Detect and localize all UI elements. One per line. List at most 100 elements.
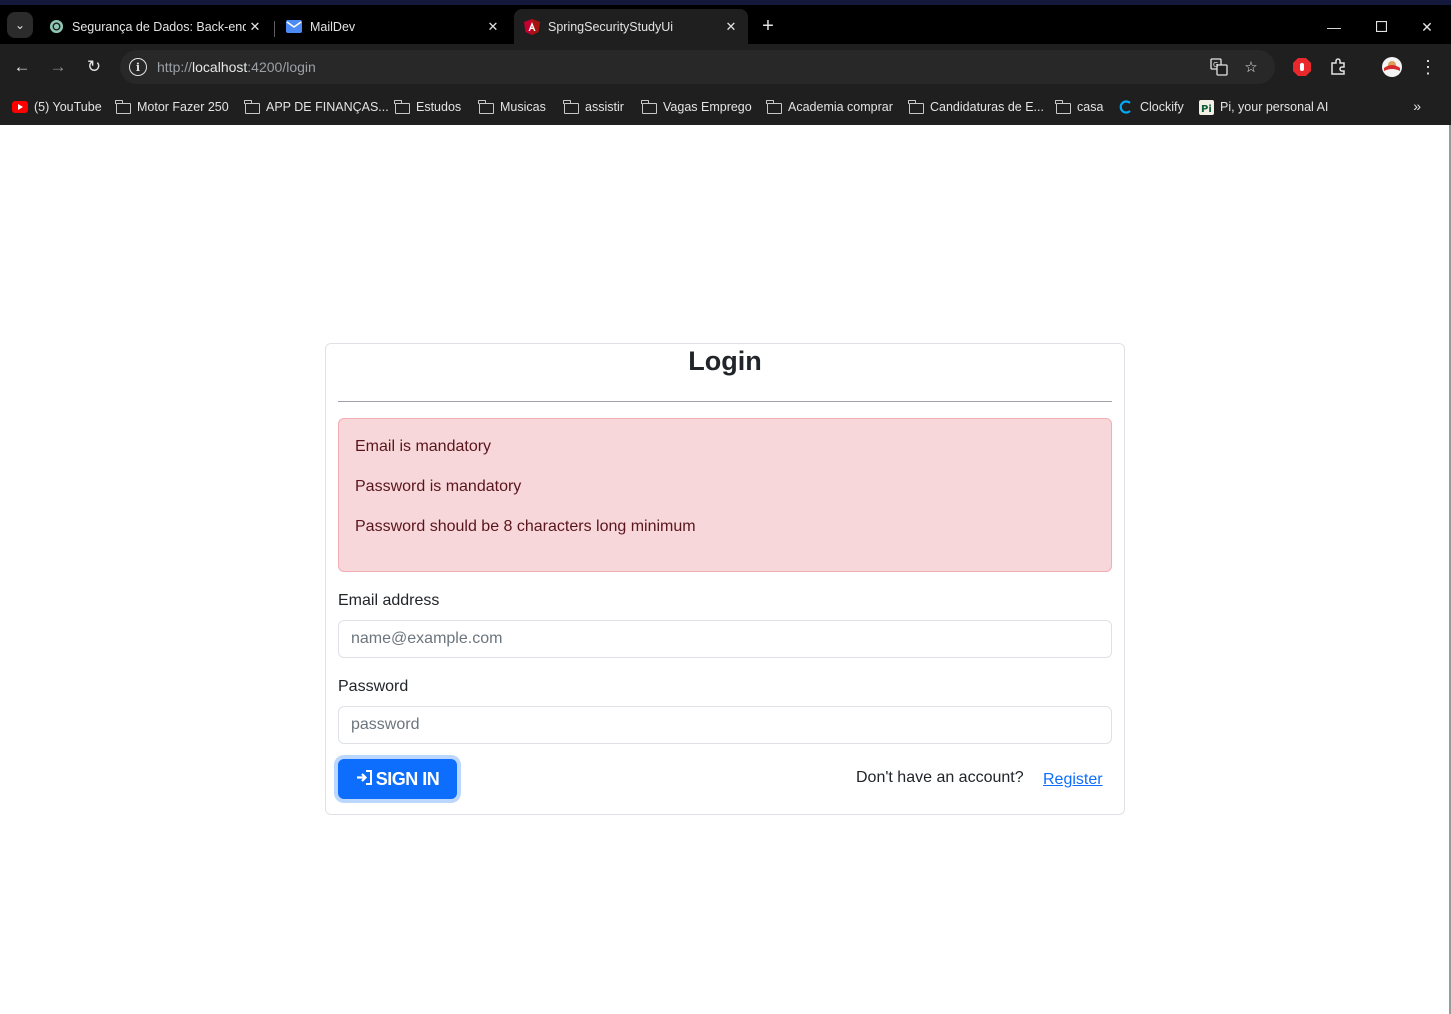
bookmark-label: Pi, your personal AI	[1220, 100, 1329, 114]
divider	[338, 401, 1112, 402]
profile-avatar-icon[interactable]	[1380, 55, 1404, 79]
close-icon[interactable]: ✕	[484, 18, 502, 36]
browser-toolbar: ← → ↻ i http://localhost:4200/login G ☆ …	[0, 44, 1451, 90]
bookmark-musicas[interactable]: Musicas	[478, 96, 546, 118]
maximize-icon	[1375, 19, 1387, 35]
address-bar[interactable]: i http://localhost:4200/login G ☆	[120, 50, 1275, 84]
close-icon: ✕	[1421, 18, 1433, 35]
bookmark-academia-comprar[interactable]: Academia comprar	[766, 96, 893, 118]
translate-icon[interactable]: G	[1210, 58, 1228, 76]
bookmark-youtube[interactable]: (5) YouTube	[12, 96, 102, 118]
bookmarks-overflow-icon[interactable]: »	[1413, 98, 1421, 114]
minimize-button[interactable]: —	[1322, 15, 1346, 39]
bookmark-label: Motor Fazer 250	[137, 100, 229, 114]
error-message: Password should be 8 characters long min…	[355, 518, 696, 535]
bookmark-label: Clockify	[1140, 100, 1184, 114]
sign-in-icon	[356, 769, 373, 789]
browser-chrome: ⌄ Segurança de Dados: Back-end ✕ MailDev…	[0, 0, 1451, 125]
minimize-icon: —	[1327, 19, 1341, 35]
password-label: Password	[338, 678, 409, 695]
bookmark-pi[interactable]: Pi Pi, your personal AI	[1198, 96, 1328, 118]
url-path: :4200/login	[247, 59, 316, 75]
url-host: localhost	[192, 59, 248, 75]
bookmark-assistir[interactable]: assistir	[563, 96, 624, 118]
maximize-button[interactable]	[1369, 15, 1393, 39]
bookmark-label: APP DE FINANÇAS...	[266, 100, 389, 114]
error-alert: Email is mandatory Password is mandatory…	[338, 418, 1112, 572]
reload-button[interactable]: ↻	[82, 55, 106, 79]
bookmark-label: Academia comprar	[788, 100, 893, 114]
folder-icon	[115, 99, 131, 115]
bookmark-label: Candidaturas de E...	[930, 100, 1044, 114]
folder-icon	[1055, 99, 1071, 115]
clockify-icon	[1118, 99, 1134, 115]
arrow-right-icon: →	[49, 57, 67, 76]
bookmark-casa[interactable]: casa	[1055, 96, 1103, 118]
error-message: Email is mandatory	[355, 438, 492, 455]
sign-in-label: SIGN IN	[375, 768, 440, 789]
login-card: Login Email is mandatory Password is man…	[325, 343, 1125, 815]
back-button[interactable]: ←	[10, 55, 34, 79]
close-icon[interactable]: ✕	[246, 18, 264, 36]
bookmark-star-icon[interactable]: ☆	[1242, 58, 1260, 76]
site-info-icon[interactable]: i	[129, 58, 147, 76]
extensions-puzzle-icon[interactable]	[1326, 55, 1350, 79]
bookmark-label: (5) YouTube	[34, 100, 102, 114]
folder-icon	[244, 99, 260, 115]
menu-kebab-icon[interactable]: ⋮	[1416, 55, 1440, 79]
email-field[interactable]	[338, 620, 1112, 658]
sign-in-button[interactable]: SIGN IN	[338, 759, 457, 799]
bookmark-label: casa	[1077, 100, 1104, 114]
chatgpt-icon	[48, 19, 64, 35]
folder-icon	[478, 99, 494, 115]
svg-text:G: G	[1213, 61, 1218, 69]
youtube-icon	[12, 99, 28, 115]
tab-title: Segurança de Dados: Back-end	[72, 19, 246, 34]
page-viewport: Login Email is mandatory Password is man…	[0, 125, 1451, 1014]
url-text[interactable]: http://localhost:4200/login	[157, 59, 316, 75]
window-close-button[interactable]: ✕	[1415, 15, 1439, 39]
tab-title: MailDev	[310, 19, 356, 34]
forward-button[interactable]: →	[46, 55, 70, 79]
bookmark-app-financas[interactable]: APP DE FINANÇAS...	[244, 96, 389, 118]
tab-search-button[interactable]: ⌄	[7, 12, 33, 38]
bookmark-clockify[interactable]: Clockify	[1118, 96, 1184, 118]
folder-icon	[908, 99, 924, 115]
pi-icon: Pi	[1198, 99, 1214, 115]
bookmark-label: Estudos	[416, 100, 462, 114]
register-link[interactable]: Register	[1043, 771, 1103, 789]
tab-seguranca[interactable]: Segurança de Dados: Back-end ✕	[38, 9, 272, 44]
folder-icon	[394, 99, 410, 115]
angular-icon	[524, 18, 540, 35]
new-tab-button[interactable]: +	[758, 15, 778, 37]
tab-springsecuritystudyui[interactable]: SpringSecurityStudyUi ✕	[514, 9, 748, 44]
error-message: Password is mandatory	[355, 478, 522, 495]
bookmarks-bar: (5) YouTube Motor Fazer 250 APP DE FINAN…	[0, 90, 1451, 125]
bookmark-label: Vagas Emprego	[663, 100, 752, 114]
bookmark-motor-fazer[interactable]: Motor Fazer 250	[115, 96, 229, 118]
page-title: Login	[688, 346, 762, 376]
email-label: Email address	[338, 592, 440, 609]
tab-bar: ⌄ Segurança de Dados: Back-end ✕ MailDev…	[0, 5, 1451, 44]
adblock-extension-icon[interactable]	[1290, 55, 1314, 79]
folder-icon	[766, 99, 782, 115]
mail-icon	[286, 19, 302, 35]
bookmark-label: assistir	[585, 100, 624, 114]
no-account-text: Don't have an account?	[856, 769, 1024, 786]
plus-icon: +	[762, 15, 774, 37]
tab-maildev[interactable]: MailDev ✕	[276, 9, 510, 44]
folder-icon	[641, 99, 657, 115]
bookmark-vagas-emprego[interactable]: Vagas Emprego	[641, 96, 752, 118]
chevron-down-icon: ⌄	[14, 18, 26, 32]
url-scheme: http://	[157, 59, 193, 75]
tab-title: SpringSecurityStudyUi	[548, 19, 674, 34]
close-icon[interactable]: ✕	[722, 18, 740, 36]
svg-text:Pi: Pi	[1201, 104, 1212, 115]
arrow-left-icon: ←	[13, 57, 31, 76]
bookmark-label: Musicas	[500, 100, 546, 114]
bookmark-candidaturas[interactable]: Candidaturas de E...	[908, 96, 1044, 118]
bookmark-estudos[interactable]: Estudos	[394, 96, 461, 118]
tab-separator	[274, 21, 275, 37]
folder-icon	[563, 99, 579, 115]
password-field[interactable]	[338, 706, 1112, 744]
